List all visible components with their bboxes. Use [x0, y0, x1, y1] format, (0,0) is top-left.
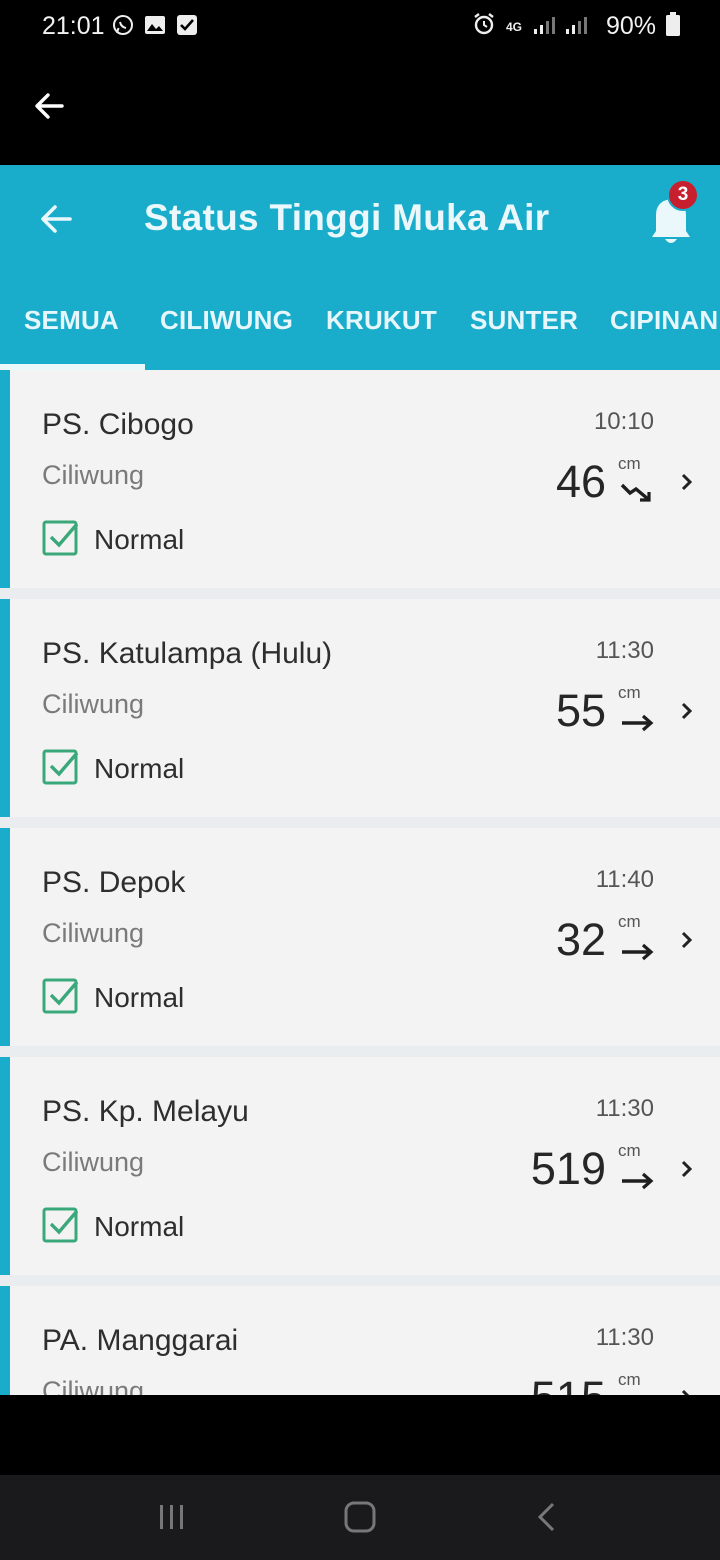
station-status: Normal	[42, 1205, 184, 1248]
station-river: Ciliwung	[42, 918, 145, 948]
bottom-gap	[0, 1395, 720, 1475]
update-time: 11:30	[595, 1095, 654, 1122]
water-level: 519	[530, 1143, 606, 1194]
app-content: Status Tinggi Muka Air 3 SEMUA CILIWUNG …	[0, 165, 720, 1395]
station-status: Normal	[42, 747, 184, 790]
card-accent	[0, 828, 10, 1046]
station-card[interactable]: PS. Cibogo Ciliwung Normal 10:10 46 cm	[0, 370, 720, 588]
trend-down-icon	[620, 480, 656, 504]
card-accent	[0, 599, 10, 817]
status-bar: 21:01 4G 90%	[0, 0, 720, 56]
tab-cipinang[interactable]: CIPINAN	[610, 305, 718, 336]
station-river: Ciliwung	[42, 1147, 145, 1177]
status-label: Normal	[94, 523, 185, 555]
status-time: 21:01	[42, 12, 105, 40]
chevron-right-icon[interactable]	[678, 699, 696, 723]
status-label: Normal	[94, 981, 185, 1013]
back-nav-icon[interactable]	[528, 1497, 568, 1537]
status-label: Normal	[94, 752, 185, 784]
trend-stable-icon	[620, 938, 656, 962]
station-name: PS. Kp. Melayu	[42, 1095, 249, 1128]
tab-krukut[interactable]: KRUKUT	[326, 305, 437, 336]
station-river: Ciliwung	[42, 689, 145, 719]
tab-sunter[interactable]: SUNTER	[470, 305, 578, 336]
system-nav-bar	[0, 1475, 720, 1560]
checkbox-check-icon	[42, 1205, 80, 1248]
level-unit: cm	[618, 1370, 641, 1389]
station-card[interactable]: PS. Kp. Melayu Ciliwung Normal 11:30 519…	[0, 1057, 720, 1275]
status-label: Normal	[94, 1210, 185, 1242]
card-accent	[0, 370, 10, 588]
trend-stable-icon	[620, 709, 656, 733]
station-card[interactable]: PA. Manggarai Ciliwung 11:30 515 cm	[0, 1286, 720, 1395]
station-name: PS. Depok	[42, 866, 186, 899]
level-unit: cm	[618, 683, 641, 702]
level-unit: cm	[618, 454, 641, 473]
station-name: PS. Cibogo	[42, 408, 194, 441]
whatsapp-icon	[112, 14, 134, 36]
tab-semua[interactable]: SEMUA	[24, 305, 119, 336]
station-card[interactable]: PS. Katulampa (Hulu) Ciliwung Normal 11:…	[0, 599, 720, 817]
water-level: 515	[531, 1372, 606, 1395]
network-type: 4G	[505, 19, 522, 34]
header-back-icon[interactable]	[36, 199, 76, 239]
station-name: PA. Manggarai	[42, 1324, 239, 1357]
station-status: Normal	[42, 976, 184, 1019]
signal-icon	[532, 13, 596, 40]
level-unit: cm	[618, 912, 641, 931]
battery-percent: 90%	[605, 12, 656, 40]
card-accent	[0, 1057, 10, 1275]
check-box-icon	[176, 14, 198, 36]
app-header: Status Tinggi Muka Air 3 SEMUA CILIWUNG …	[0, 165, 720, 370]
chevron-right-icon[interactable]	[678, 928, 696, 952]
back-arrow-icon[interactable]	[30, 86, 70, 126]
update-time: 10:10	[593, 408, 654, 435]
river-tabs: SEMUA CILIWUNG KRUKUT SUNTER CIPINAN	[0, 305, 720, 365]
outer-app-bar	[0, 56, 720, 166]
update-time: 11:30	[595, 637, 654, 664]
water-level: 55	[555, 685, 606, 736]
checkbox-check-icon	[42, 976, 80, 1019]
chevron-right-icon[interactable]	[678, 470, 696, 494]
status-right: 4G 90%	[472, 12, 680, 41]
tab-ciliwung[interactable]: CILIWUNG	[160, 305, 293, 336]
notification-badge: 3	[667, 179, 699, 211]
water-level: 32	[555, 914, 606, 965]
update-time: 11:40	[595, 866, 654, 893]
gallery-icon	[144, 14, 166, 36]
chevron-right-icon[interactable]	[678, 1157, 696, 1181]
level-unit: cm	[618, 1141, 641, 1160]
station-name: PS. Katulampa (Hulu)	[42, 637, 333, 670]
checkbox-check-icon	[42, 747, 80, 790]
station-river: Ciliwung	[42, 460, 145, 490]
home-icon[interactable]	[340, 1497, 380, 1537]
water-level: 46	[555, 456, 606, 507]
notification-icons	[112, 14, 198, 36]
station-status: Normal	[42, 518, 184, 561]
card-accent	[0, 1286, 10, 1395]
trend-stable-icon	[620, 1167, 656, 1191]
alarm-icon	[472, 12, 496, 41]
chevron-right-icon[interactable]	[678, 1386, 696, 1395]
page-title: Status Tinggi Muka Air	[144, 197, 550, 238]
station-river: Ciliwung	[42, 1376, 145, 1395]
update-time: 11:30	[595, 1324, 654, 1351]
station-card[interactable]: PS. Depok Ciliwung Normal 11:40 32 cm	[0, 828, 720, 1046]
recent-apps-icon[interactable]	[152, 1497, 192, 1537]
battery-icon	[666, 12, 680, 41]
checkbox-check-icon	[42, 518, 80, 561]
